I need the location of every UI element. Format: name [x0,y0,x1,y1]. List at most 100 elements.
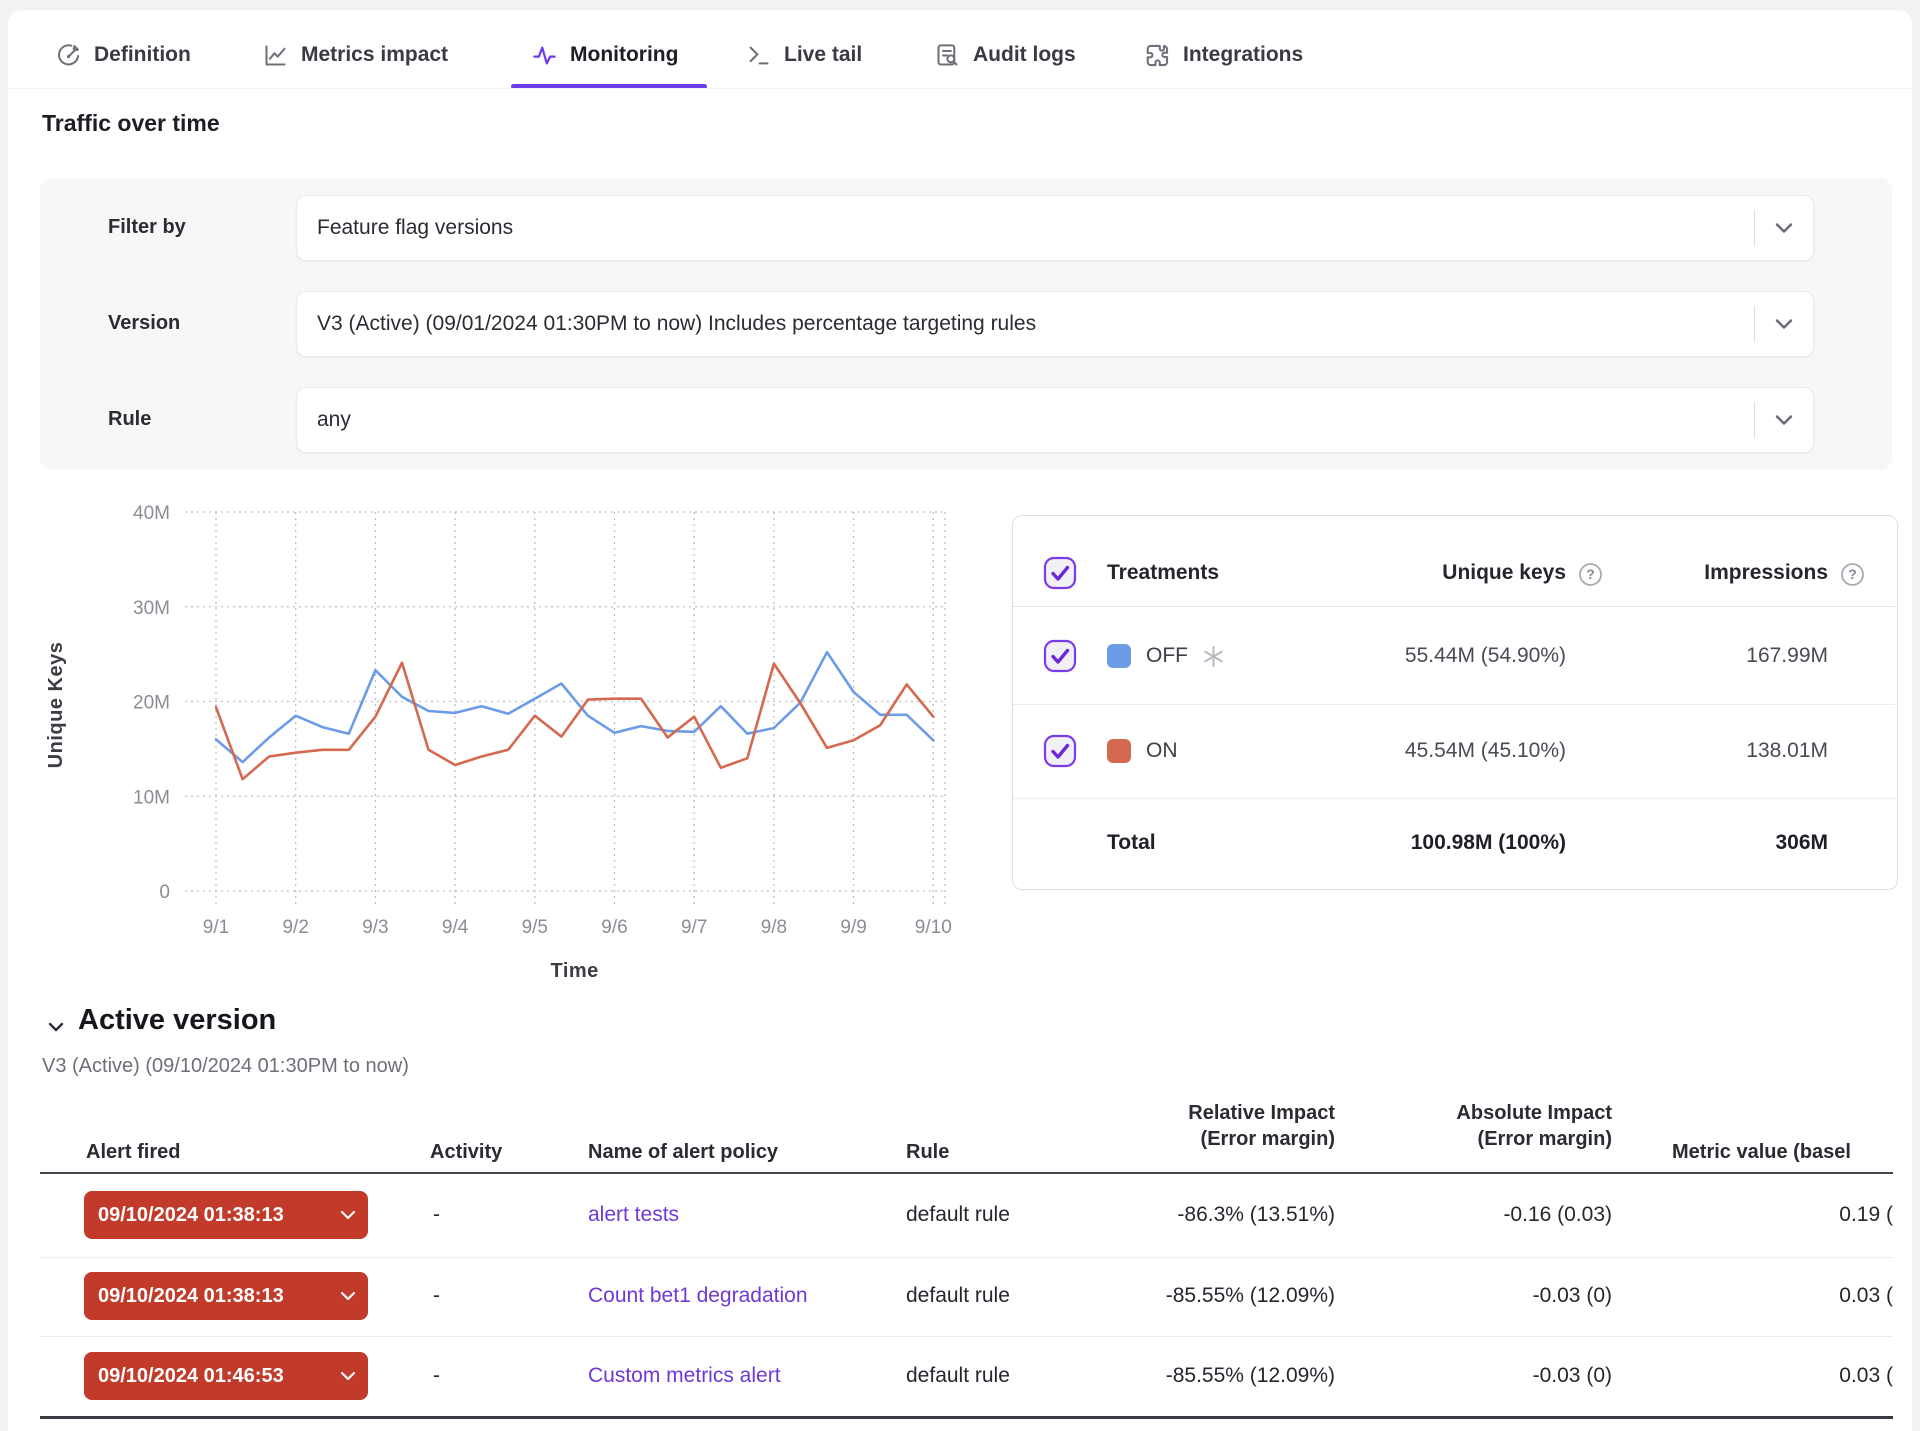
svg-text:9/1: 9/1 [203,917,229,938]
col-header-rule: Rule [906,1139,949,1165]
svg-text:0: 0 [159,882,170,903]
col-header-alert-fired: Alert fired [86,1139,180,1165]
tab-monitoring[interactable]: Monitoring [531,30,678,80]
rule-cell: default rule [906,1364,1010,1388]
rule-cell: default rule [906,1203,1010,1227]
page-title: Traffic over time [42,110,220,137]
relative-impact-cell: -86.3% (13.51%) [1085,1203,1335,1227]
table-divider [1013,704,1895,705]
table-bottom-border [40,1416,1893,1419]
tab-live-tail[interactable]: Live tail [745,30,862,80]
absolute-impact-cell: -0.03 (0) [1380,1364,1612,1388]
tab-label: Audit logs [973,43,1076,67]
svg-text:?: ? [1848,566,1857,582]
impressions-column-header: Impressions [1528,561,1828,585]
on-unique-keys-value: 45.54M (45.10%) [1266,739,1566,763]
treatments-column-header: Treatments [1107,561,1219,585]
col-header-relative-impact: Relative Impact(Error margin) [1085,1100,1335,1152]
svg-text:30M: 30M [133,598,170,619]
traffic-over-time-chart: 010M20M30M40M9/19/29/39/49/59/69/79/89/9… [40,505,1000,1000]
series-on-line [216,663,933,780]
activity-cell: - [433,1364,440,1388]
off-impressions-value: 167.99M [1528,644,1828,668]
tab-integrations[interactable]: Integrations [1144,30,1303,80]
unique-keys-column-header: Unique keys [1266,561,1566,585]
off-unique-keys-value: 55.44M (54.90%) [1266,644,1566,668]
svg-text:9/7: 9/7 [681,917,707,938]
filter-by-select[interactable]: Feature flag versions [296,195,1814,261]
alert-policy-link[interactable]: Count bet1 degradation [588,1284,808,1308]
rule-value: any [297,408,1754,432]
off-series-swatch [1107,644,1131,668]
alert-fired-badge[interactable]: 09/10/2024 01:38:13 [84,1191,368,1239]
collapse-chevron-icon[interactable] [45,1016,67,1043]
alert-fired-badge[interactable]: 09/10/2024 01:38:13 [84,1272,368,1320]
filter-by-label: Filter by [108,216,186,239]
metric-value-cell: 0.03 ( [1700,1284,1893,1308]
svg-text:9/9: 9/9 [840,917,866,938]
tabbar-divider [8,88,1912,89]
filter-by-value: Feature flag versions [297,216,1754,240]
tab-label: Integrations [1183,43,1303,67]
off-row-checkbox[interactable] [1043,639,1077,678]
version-label: Version [108,312,180,335]
tab-metrics-impact[interactable]: Metrics impact [262,30,448,80]
activity-cell: - [433,1203,440,1227]
active-version-subtitle: V3 (Active) (09/10/2024 01:30PM to now) [42,1055,409,1078]
definition-icon [55,42,82,69]
svg-text:9/2: 9/2 [282,917,308,938]
relative-impact-cell: -85.55% (12.09%) [1085,1284,1335,1308]
svg-text:9/4: 9/4 [442,917,469,938]
svg-text:40M: 40M [133,505,170,524]
activity-cell: - [433,1284,440,1308]
col-header-metric-value: Metric value (basel [1672,1139,1851,1165]
relative-impact-cell: -85.55% (12.09%) [1085,1364,1335,1388]
svg-text:9/10: 9/10 [915,917,952,938]
svg-text:Unique Keys: Unique Keys [45,642,67,769]
chevron-down-icon [340,1371,356,1381]
svg-text:9/3: 9/3 [362,917,388,938]
table-row-divider [40,1257,1893,1258]
default-treatment-icon [1202,645,1225,673]
total-label: Total [1107,831,1156,855]
tab-definition[interactable]: Definition [55,30,191,80]
on-impressions-value: 138.01M [1528,739,1828,763]
svg-text:20M: 20M [133,693,170,714]
tab-label: Monitoring [570,43,678,67]
rule-select[interactable]: any [296,387,1814,453]
select-all-checkbox[interactable] [1043,556,1077,595]
page: Definition Metrics impact Monitoring Liv… [0,0,1920,1431]
alert-policy-link[interactable]: Custom metrics alert [588,1364,781,1388]
svg-text:10M: 10M [133,787,170,808]
absolute-impact-cell: -0.16 (0.03) [1380,1203,1612,1227]
tab-audit-logs[interactable]: Audit logs [934,30,1076,80]
tab-label: Metrics impact [301,43,448,67]
integrations-icon [1144,42,1171,69]
total-impressions-value: 306M [1528,831,1828,855]
absolute-impact-cell: -0.03 (0) [1380,1284,1612,1308]
chevron-down-icon[interactable] [1755,318,1813,330]
chevron-down-icon [340,1210,356,1220]
col-header-activity: Activity [430,1139,502,1165]
impressions-help-icon[interactable]: ? [1840,562,1865,587]
version-select[interactable]: V3 (Active) (09/01/2024 01:30PM to now) … [296,291,1814,357]
on-series-swatch [1107,739,1131,763]
tab-label: Definition [94,43,191,67]
chevron-down-icon [340,1291,356,1301]
on-row-checkbox[interactable] [1043,734,1077,773]
audit-logs-icon [934,42,961,69]
chevron-down-icon[interactable] [1755,414,1813,426]
monitoring-icon [531,42,558,69]
alert-fired-badge[interactable]: 09/10/2024 01:46:53 [84,1352,368,1400]
alert-fired-timestamp: 09/10/2024 01:38:13 [98,1285,284,1308]
col-header-alert-policy: Name of alert policy [588,1139,778,1165]
tab-label: Live tail [784,43,862,67]
chevron-down-icon[interactable] [1755,222,1813,234]
table-divider [1013,606,1895,607]
active-version-title[interactable]: Active version [78,1004,276,1037]
on-treatment-label: ON [1146,739,1178,763]
alert-fired-timestamp: 09/10/2024 01:38:13 [98,1204,284,1227]
table-row-divider [40,1336,1893,1337]
version-value: V3 (Active) (09/01/2024 01:30PM to now) … [297,312,1754,336]
alert-policy-link[interactable]: alert tests [588,1203,679,1227]
